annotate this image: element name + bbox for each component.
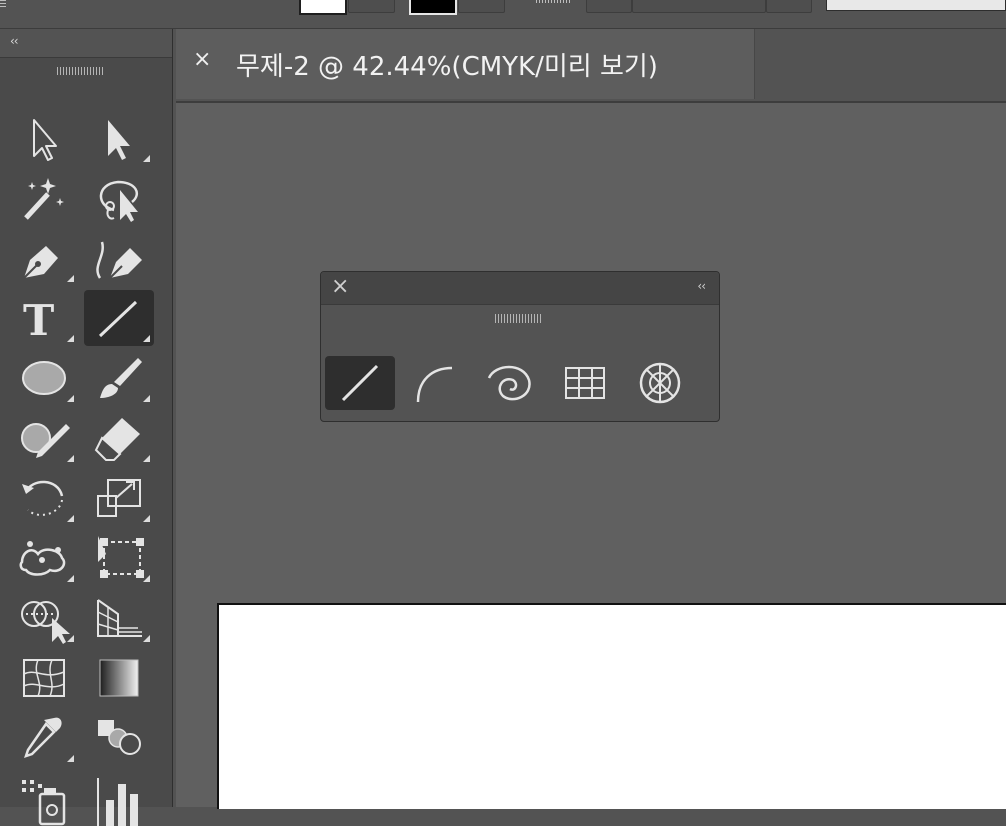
document-tab-title: 무제-2 @ 42.44%(CMYK/미리 보기) — [236, 52, 658, 82]
tool-group-corner-icon — [143, 455, 150, 462]
symbol-sprayer-tool[interactable] — [8, 770, 78, 826]
tool-group-corner-icon — [67, 335, 74, 342]
rotate-tool[interactable] — [8, 470, 78, 526]
line-segment-tool[interactable] — [84, 290, 154, 346]
style-field[interactable] — [826, 0, 1006, 11]
puppet-warp-tool[interactable] — [8, 530, 78, 586]
paintbrush-tool[interactable] — [84, 350, 154, 406]
stroke-weight-field[interactable] — [632, 0, 766, 13]
curvature-icon — [96, 241, 142, 279]
tool-group-corner-icon — [143, 155, 150, 162]
gradient-icon — [99, 659, 139, 697]
line-tools-panel: × ‹‹ — [320, 271, 720, 422]
tool-group-corner-icon — [67, 755, 74, 762]
arc-icon — [416, 366, 453, 403]
close-tab-icon[interactable]: × — [193, 47, 211, 72]
tool-group-corner-icon — [143, 515, 150, 522]
stroke-dropdown-button[interactable] — [458, 0, 505, 13]
blend-tool[interactable] — [84, 710, 154, 766]
gradient-tool[interactable] — [84, 650, 154, 706]
tool-group-corner-icon — [67, 395, 74, 402]
tools-panel: ‹‹ T — [0, 29, 173, 826]
free-transform-tool[interactable] — [84, 530, 154, 586]
tool-group-corner-icon — [143, 335, 150, 342]
fill-swatch[interactable] — [299, 0, 347, 15]
close-panel-icon[interactable]: × — [331, 274, 349, 299]
document-tab[interactable]: × 무제-2 @ 42.44%(CMYK/미리 보기) — [176, 29, 755, 99]
line-segment-icon — [341, 364, 379, 402]
stroke-swatch[interactable] — [409, 0, 457, 15]
magic-wand-tool[interactable] — [8, 170, 78, 226]
polar-grid-icon — [639, 362, 681, 404]
selection-icon — [33, 119, 57, 161]
stroke-weight-dropdown[interactable] — [766, 0, 812, 13]
arc-tool[interactable] — [400, 356, 470, 410]
stroke-weight-stepper[interactable] — [586, 0, 632, 13]
curvature-tool[interactable] — [84, 230, 154, 286]
perspective-grid-tool[interactable] — [84, 590, 154, 646]
tools-panel-grip[interactable] — [57, 67, 105, 75]
eraser-tool[interactable] — [84, 410, 154, 466]
pasteboard[interactable] — [176, 103, 1006, 809]
shaper-tool[interactable] — [8, 410, 78, 466]
scale-tool[interactable] — [84, 470, 154, 526]
lasso-icon — [99, 180, 138, 222]
polar-grid-tool[interactable] — [625, 356, 695, 410]
pen-tool[interactable] — [8, 230, 78, 286]
control-bar — [0, 0, 1006, 29]
tool-group-corner-icon — [143, 575, 150, 582]
blend-icon — [98, 720, 141, 755]
collapse-panel-button[interactable]: ‹‹ — [697, 279, 706, 293]
ellipse-tool[interactable] — [8, 350, 78, 406]
control-bar-grip[interactable] — [0, 0, 6, 8]
tools-panel-header: ‹‹ — [0, 29, 172, 58]
column-graph-icon — [97, 778, 138, 826]
document-tab-strip: × 무제-2 @ 42.44%(CMYK/미리 보기) — [176, 29, 1006, 103]
lasso-tool[interactable] — [84, 170, 154, 226]
tool-group-corner-icon — [67, 575, 74, 582]
shape-builder-tool[interactable] — [8, 590, 78, 646]
tool-group-corner-icon — [143, 635, 150, 642]
tool-group-corner-icon — [143, 395, 150, 402]
control-bar-divider-grip — [536, 0, 572, 3]
tool-group-corner-icon — [67, 635, 74, 642]
tool-group-corner-icon — [67, 455, 74, 462]
selection-tool[interactable] — [8, 110, 78, 166]
mesh-icon — [23, 659, 65, 697]
spiral-icon — [487, 365, 531, 401]
direct-selection-tool[interactable] — [84, 110, 154, 166]
artboard[interactable] — [217, 603, 1006, 809]
column-graph-tool[interactable] — [84, 770, 154, 826]
svg-text:T: T — [23, 296, 54, 345]
symbol-sprayer-icon — [22, 780, 66, 826]
line-tools-panel-header[interactable]: × ‹‹ — [321, 272, 719, 305]
rectangular-grid-icon — [565, 367, 605, 399]
mesh-tool[interactable] — [8, 650, 78, 706]
collapse-panel-button[interactable]: ‹‹ — [10, 34, 19, 48]
line-tools-panel-grip[interactable] — [495, 314, 543, 323]
magic-wand-icon — [24, 178, 64, 220]
tool-group-corner-icon — [67, 515, 74, 522]
fill-dropdown-button[interactable] — [348, 0, 395, 13]
spiral-tool[interactable] — [475, 356, 545, 410]
tool-group-corner-icon — [67, 275, 74, 282]
eyedropper-tool[interactable] — [8, 710, 78, 766]
line-segment-tool[interactable] — [325, 356, 395, 410]
rectangular-grid-tool[interactable] — [550, 356, 620, 410]
type-tool[interactable]: T — [8, 290, 78, 346]
